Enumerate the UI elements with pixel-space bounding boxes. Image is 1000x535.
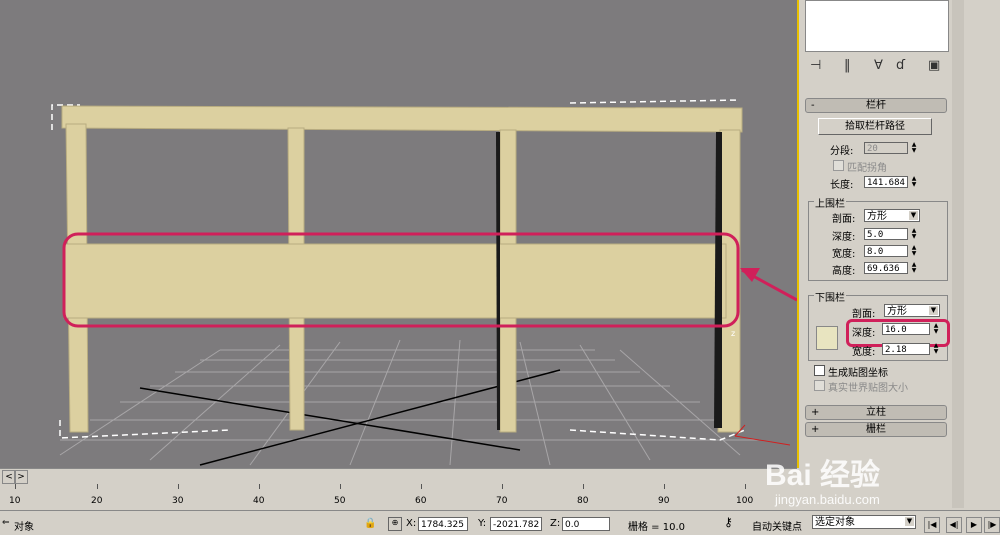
ruler-tick bbox=[583, 484, 584, 489]
ruler-label: 40 bbox=[253, 496, 265, 506]
remove-modifier-icon[interactable]: ɗ bbox=[896, 58, 905, 73]
preset-icon[interactable] bbox=[816, 326, 838, 350]
lower-width-field[interactable]: 2.18 bbox=[882, 343, 930, 355]
top-rail-group-label: 上围栏 bbox=[814, 195, 846, 210]
ruler-tick bbox=[97, 484, 98, 489]
match-corners-checkbox[interactable] bbox=[833, 160, 844, 171]
real-world-map-checkbox[interactable] bbox=[814, 380, 825, 391]
x-label: X: bbox=[406, 518, 417, 529]
object-name-box[interactable] bbox=[805, 0, 949, 52]
configure-sets-icon[interactable]: ▣ bbox=[928, 58, 940, 73]
ruler-tick bbox=[259, 484, 260, 489]
ruler-tick bbox=[745, 484, 746, 489]
callout-arrow bbox=[740, 268, 797, 302]
ruler-label: 10 bbox=[9, 496, 21, 506]
lower-width-label: 宽度: bbox=[852, 347, 876, 358]
ruler-label: 70 bbox=[496, 496, 508, 506]
top-depth-spinner[interactable]: ▲ ▼ bbox=[910, 228, 918, 240]
watermark-url: jingyan.baidu.com bbox=[775, 492, 880, 507]
key-icon[interactable]: ⚷ bbox=[724, 515, 733, 529]
lower-profile-value: 方形 bbox=[887, 306, 907, 317]
show-end-result-icon[interactable]: ‖ bbox=[844, 58, 851, 73]
top-width-label: 宽度: bbox=[832, 249, 856, 260]
rollout-fencing-label: 栅栏 bbox=[866, 424, 886, 435]
track-bar[interactable]: 10 20 30 40 50 60 70 80 90 100 bbox=[0, 484, 800, 510]
make-unique-icon[interactable]: ∀ bbox=[874, 58, 883, 73]
segments-field[interactable]: 20 bbox=[864, 142, 908, 154]
ruler-tick bbox=[15, 484, 16, 489]
top-width-field[interactable]: 8.0 bbox=[864, 245, 908, 257]
grid-size-label: 栅格 = 10.0 bbox=[628, 522, 686, 533]
auto-key-button[interactable]: 自动关键点 bbox=[752, 518, 802, 533]
ruler-tick bbox=[502, 484, 503, 489]
lower-profile-label: 剖面: bbox=[852, 309, 876, 320]
ruler-label: 100 bbox=[736, 496, 754, 506]
length-field[interactable]: 141.684 bbox=[864, 176, 908, 188]
top-profile-label: 剖面: bbox=[832, 214, 856, 225]
time-next-button[interactable]: > bbox=[14, 470, 28, 484]
watermark-brand: Bai 经验 bbox=[765, 459, 881, 492]
top-height-spinner[interactable]: ▲ ▼ bbox=[910, 262, 918, 274]
rollout-railing[interactable]: - 栏杆 bbox=[805, 98, 947, 113]
ruler-tick bbox=[340, 484, 341, 489]
selection-status: 对象 bbox=[14, 522, 34, 533]
pin-stack-icon[interactable]: ⊣ bbox=[810, 58, 821, 73]
top-depth-field[interactable]: 5.0 bbox=[864, 228, 908, 240]
panel-scrollbar[interactable] bbox=[952, 0, 964, 508]
gizmo bbox=[734, 424, 791, 446]
length-spinner[interactable]: ▲ ▼ bbox=[910, 176, 918, 188]
real-world-map-label: 真实世界贴图大小 bbox=[828, 383, 908, 394]
top-profile-dropdown[interactable]: 方形 ▼ bbox=[864, 209, 920, 222]
ruler-tick bbox=[664, 484, 665, 489]
x-coordinate-field[interactable]: 1784.325 bbox=[418, 517, 468, 531]
lower-profile-dropdown[interactable]: 方形 ▼ bbox=[884, 304, 940, 317]
railing-scene: z bbox=[51, 99, 797, 466]
baidu-watermark: Bai 经验 jingyan.baidu.com bbox=[765, 450, 965, 520]
top-height-label: 高度: bbox=[832, 266, 856, 277]
panel-iconbar: ⊣ ‖ ∀ ɗ ▣ bbox=[810, 56, 950, 80]
absolute-mode-icon[interactable]: ⊕ bbox=[388, 517, 402, 531]
rollout-posts-label: 立柱 bbox=[866, 407, 886, 418]
lower-width-spinner[interactable]: ▲ ▼ bbox=[932, 343, 940, 355]
z-label: Z: bbox=[550, 518, 561, 529]
y-label: Y: bbox=[478, 518, 487, 529]
segments-label: 分段: bbox=[830, 146, 854, 157]
axis-z-label: z bbox=[731, 329, 735, 338]
top-profile-value: 方形 bbox=[867, 211, 887, 222]
top-depth-label: 深度: bbox=[832, 232, 856, 243]
perspective-viewport[interactable]: z bbox=[0, 0, 799, 468]
gen-map-coords-checkbox[interactable] bbox=[814, 365, 825, 376]
ruler-label: 30 bbox=[172, 496, 184, 506]
z-coordinate-field[interactable]: 0.0 bbox=[562, 517, 610, 531]
command-panel: ⊣ ‖ ∀ ɗ ▣ - 栏杆 拾取栏杆路径 分段: 20 ▲ ▼ 匹配拐角 长度: … bbox=[800, 0, 1000, 508]
time-slider[interactable]: < > bbox=[0, 468, 797, 485]
ruler-label: 20 bbox=[91, 496, 103, 506]
pick-railing-path-button[interactable]: 拾取栏杆路径 bbox=[818, 118, 932, 135]
top-width-spinner[interactable]: ▲ ▼ bbox=[910, 245, 918, 257]
rollout-posts[interactable]: + 立柱 bbox=[805, 405, 947, 420]
gen-map-coords-label: 生成贴图坐标 bbox=[828, 368, 888, 379]
next-frame-icon[interactable]: |▶ bbox=[984, 517, 1000, 533]
ruler-label: 50 bbox=[334, 496, 346, 506]
chevron-down-icon: ▼ bbox=[929, 306, 938, 315]
ruler-label: 60 bbox=[415, 496, 427, 506]
lock-icon[interactable]: 🔒 bbox=[364, 518, 376, 529]
ground-grid bbox=[59, 339, 760, 466]
rollout-fencing[interactable]: + 栅栏 bbox=[805, 422, 947, 437]
segments-spinner[interactable]: ▲ ▼ bbox=[910, 142, 918, 154]
lower-rail-group-label: 下围栏 bbox=[814, 289, 846, 304]
ruler-tick bbox=[178, 484, 179, 489]
railing-object[interactable] bbox=[61, 105, 743, 433]
rollout-railing-label: 栏杆 bbox=[866, 100, 886, 111]
top-height-field[interactable]: 69.636 bbox=[864, 262, 908, 274]
chevron-down-icon: ▼ bbox=[909, 211, 918, 220]
ruler-tick bbox=[421, 484, 422, 489]
ruler-label: 80 bbox=[577, 496, 589, 506]
ruler-label: 90 bbox=[658, 496, 670, 506]
mini-listener-icon[interactable]: ⇐ bbox=[2, 518, 10, 528]
length-label: 长度: bbox=[830, 180, 854, 191]
y-coordinate-field[interactable]: -2021.782 bbox=[490, 517, 542, 531]
play-icon[interactable]: ▶ bbox=[966, 517, 982, 533]
match-corners-label: 匹配拐角 bbox=[847, 163, 887, 174]
